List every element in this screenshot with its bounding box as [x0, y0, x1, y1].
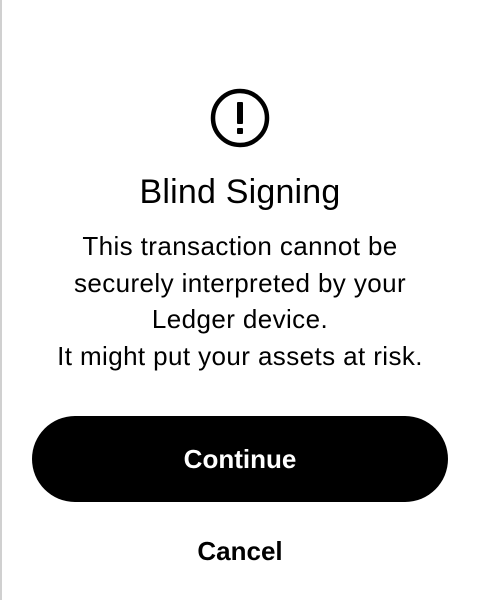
cancel-button[interactable]: Cancel: [140, 530, 340, 572]
warning-icon: [210, 88, 270, 148]
warning-message: This transaction cannot be securely inte…: [0, 228, 480, 374]
page-title: Blind Signing: [139, 173, 341, 211]
blind-signing-screen: Blind Signing This transaction cannot be…: [0, 0, 480, 600]
warning-message-line: This transaction cannot be: [82, 231, 398, 261]
warning-message-line: securely interpreted by your: [73, 267, 407, 298]
warning-message-line: It might put your assets at risk.: [57, 340, 423, 371]
continue-button[interactable]: Continue: [32, 416, 448, 502]
warning-message-line: Ledger device.: [151, 304, 329, 334]
